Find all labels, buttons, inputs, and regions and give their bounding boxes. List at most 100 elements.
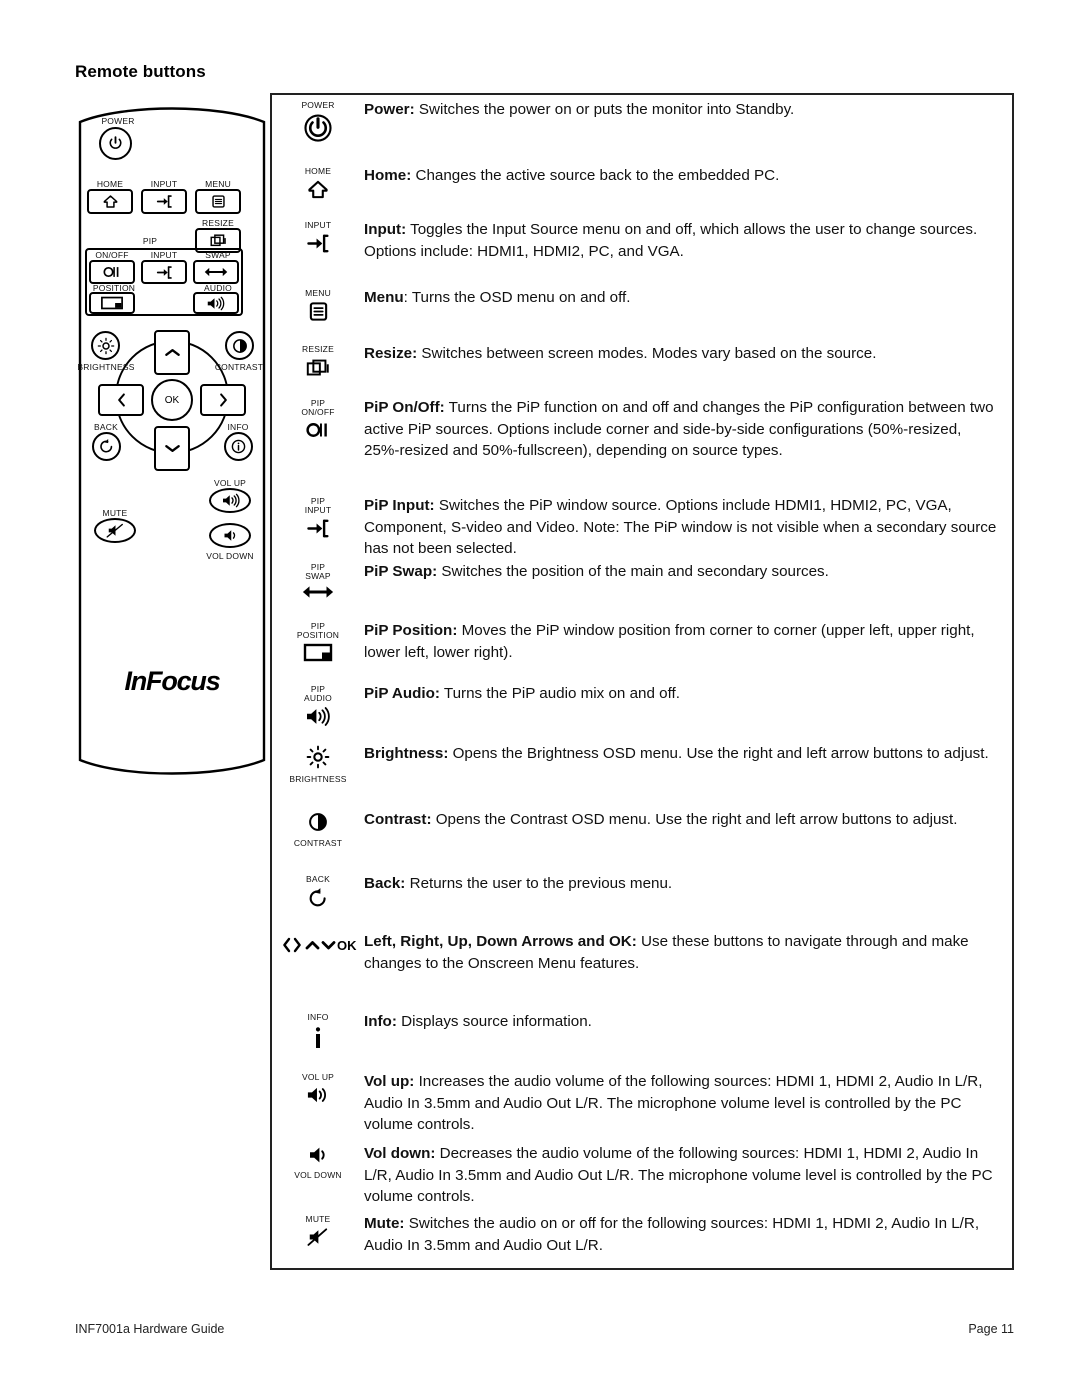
- button-description-term: PiP Input:: [364, 497, 435, 514]
- button-icon-cell: BRIGHTNESS: [272, 743, 364, 784]
- button-description-body: Switches between screen modes. Modes var…: [417, 345, 877, 362]
- button-description-text: Info: Displays source information.: [364, 1011, 1012, 1033]
- remote-label-info: INFO: [227, 422, 249, 432]
- remote-info-button[interactable]: [224, 432, 253, 461]
- back-icon: [100, 438, 113, 453]
- volume-up-icon: [272, 1085, 364, 1109]
- chevron-down-icon: [164, 445, 180, 452]
- button-description-row: PIP SWAP PiP Swap: Switches the position …: [272, 561, 1012, 605]
- button-icon-caption: POWER: [301, 100, 335, 110]
- remote-right-arrow-button[interactable]: [200, 384, 246, 416]
- button-icon-cell: VOL UP: [272, 1071, 364, 1109]
- volume-down-icon: [310, 1147, 325, 1163]
- button-description-term: Mute:: [364, 1215, 405, 1232]
- remote-button-descriptions-panel: POWER Power: Switches the power on or put…: [270, 93, 1014, 1270]
- button-description-body: Switches the power on or puts the monito…: [414, 101, 795, 118]
- button-description-term: Menu: [364, 289, 404, 306]
- button-description-body: : Turns the OSD menu on and off.: [403, 289, 631, 306]
- button-icon-cell: INFO: [272, 1011, 364, 1055]
- input-icon: [156, 195, 172, 208]
- remote-label-resize: RESIZE: [202, 218, 234, 228]
- button-icon-cell: POWER: [272, 99, 364, 147]
- button-description-term: Left, Right, Up, Down Arrows and OK:: [364, 933, 637, 950]
- button-icon-cell: HOME: [272, 165, 364, 204]
- remote-contrast-button[interactable]: [225, 331, 254, 360]
- remote-label-contrast: CONTRAST: [214, 362, 264, 372]
- volume-down-icon: [224, 530, 235, 541]
- remote-pip-input-button[interactable]: [141, 260, 187, 284]
- button-icon-caption: PIP AUDIO: [304, 684, 332, 704]
- volume-up-icon: [222, 493, 240, 508]
- button-icon-cell: VOL DOWN: [272, 1143, 364, 1180]
- pip-onoff-icon: [103, 266, 119, 278]
- info-icon: [315, 1027, 321, 1049]
- chevron-right-icon: [219, 393, 227, 407]
- button-icon-caption: VOL UP: [301, 1072, 335, 1082]
- remote-label-brightness: BRIGHTNESS: [77, 362, 135, 372]
- remote-mute-button[interactable]: [94, 518, 136, 543]
- button-description-term: PiP Swap:: [364, 563, 438, 580]
- button-icon-cell: PIP ON/OFF: [272, 397, 364, 445]
- pip-input-icon: [272, 518, 364, 543]
- button-description-body: Opens the Contrast OSD menu. Use the rig…: [431, 811, 958, 828]
- button-description-body: Decreases the audio volume of the follow…: [364, 1145, 993, 1206]
- contrast-icon: [272, 811, 364, 837]
- remote-down-arrow-button[interactable]: [154, 426, 190, 471]
- info-icon: [231, 439, 246, 454]
- remote-label-mute: MUTE: [102, 508, 128, 518]
- button-icon-cell: CONTRAST: [272, 809, 364, 848]
- button-description-term: Vol down:: [364, 1145, 436, 1162]
- power-icon: [272, 113, 364, 147]
- menu-icon: [309, 302, 327, 321]
- button-icon-cell: PIP AUDIO: [272, 683, 364, 732]
- button-icon-caption: VOL DOWN: [294, 1170, 342, 1181]
- button-icon-caption: MUTE: [305, 1214, 331, 1224]
- button-description-row: CONTRAST Contrast: Opens the Contrast OSD…: [272, 809, 1012, 848]
- button-description-term: Resize:: [364, 345, 418, 362]
- input-icon: [272, 233, 364, 258]
- remote-pip-swap-button[interactable]: [193, 260, 239, 284]
- remote-up-arrow-button[interactable]: [154, 330, 190, 375]
- pip-onoff-icon: [306, 423, 327, 438]
- remote-back-button[interactable]: [92, 432, 121, 461]
- remote-home-button[interactable]: [87, 189, 133, 214]
- button-description-body: Turns the PiP audio mix on and off.: [439, 685, 680, 702]
- button-description-row: RESIZE Resize: Switches between screen mo…: [272, 343, 1012, 383]
- menu-icon: [272, 301, 364, 326]
- button-description-row: VOL DOWN Vol down: Decreases the audio vo…: [272, 1143, 1012, 1208]
- remote-pip-onoff-button[interactable]: [89, 260, 135, 284]
- remote-menu-button[interactable]: [195, 189, 241, 214]
- button-description-term: PiP On/Off:: [364, 399, 445, 416]
- button-description-text: Home: Changes the active source back to …: [364, 165, 1012, 187]
- back-icon: [272, 887, 364, 913]
- button-description-row: BACK Back: Returns the user to the previo…: [272, 873, 1012, 913]
- button-description-body: Increases the audio volume of the follow…: [364, 1073, 983, 1134]
- remote-ok-button[interactable]: OK: [151, 379, 193, 421]
- volume-down-icon: [272, 1145, 364, 1169]
- remote-left-arrow-button[interactable]: [98, 384, 144, 416]
- remote-input-button[interactable]: [141, 189, 187, 214]
- chevron-left-icon: [117, 393, 125, 407]
- remote-vol-up-button[interactable]: [209, 488, 251, 513]
- button-description-body: Opens the Brightness OSD menu. Use the r…: [448, 745, 989, 762]
- remote-label-pip-input: INPUT: [150, 250, 178, 260]
- remote-vol-down-button[interactable]: [209, 523, 251, 548]
- remote-pip-position-button[interactable]: [89, 292, 135, 314]
- remote-pip-audio-button[interactable]: [193, 292, 239, 314]
- arrows-ok-icon: OK: [283, 937, 357, 953]
- button-icon-caption: CONTRAST: [293, 838, 343, 849]
- button-description-term: PiP Position:: [364, 622, 458, 639]
- button-icon-cell: BACK: [272, 873, 364, 913]
- button-description-body: Displays source information.: [396, 1013, 592, 1030]
- remote-brightness-button[interactable]: [91, 331, 120, 360]
- arrows-ok-icon: OK: [272, 936, 364, 958]
- button-icon-cell: PIP POSITION: [272, 620, 364, 667]
- button-description-row: MENU Menu: Turns the OSD menu on and off.: [272, 287, 1012, 326]
- remote-power-button[interactable]: [99, 127, 132, 160]
- pip-swap-icon: [302, 586, 334, 599]
- button-icon-caption: RESIZE: [302, 344, 334, 354]
- brightness-icon: [306, 745, 330, 769]
- button-icon-caption: INFO: [307, 1012, 329, 1022]
- button-description-row: BRIGHTNESS Brightness: Opens the Brightne…: [272, 743, 1012, 784]
- button-icon-caption: BACK: [306, 874, 330, 884]
